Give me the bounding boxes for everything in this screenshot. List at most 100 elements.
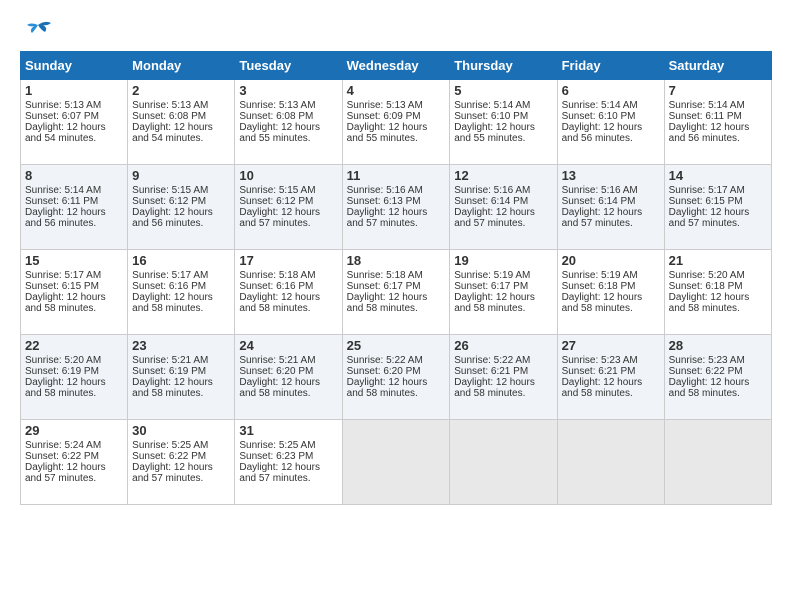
day-number: 8 xyxy=(25,168,123,183)
sunrise-text: Sunrise: 5:14 AM xyxy=(454,100,530,111)
daylight-label: Daylight: 12 hours and 58 minutes. xyxy=(239,377,320,399)
sunrise-text: Sunrise: 5:13 AM xyxy=(347,100,423,111)
day-number: 18 xyxy=(347,253,446,268)
sunset-text: Sunset: 6:19 PM xyxy=(25,366,99,377)
sunset-text: Sunset: 6:12 PM xyxy=(132,196,206,207)
calendar-cell: 7Sunrise: 5:14 AMSunset: 6:11 PMDaylight… xyxy=(664,80,771,165)
day-number: 1 xyxy=(25,83,123,98)
sunset-text: Sunset: 6:10 PM xyxy=(562,111,636,122)
daylight-label: Daylight: 12 hours and 57 minutes. xyxy=(25,462,106,484)
daylight-label: Daylight: 12 hours and 55 minutes. xyxy=(454,122,535,144)
day-number: 10 xyxy=(239,168,337,183)
sunrise-text: Sunrise: 5:18 AM xyxy=(347,270,423,281)
logo xyxy=(20,20,53,41)
calendar-cell: 12Sunrise: 5:16 AMSunset: 6:14 PMDayligh… xyxy=(450,165,557,250)
sunset-text: Sunset: 6:18 PM xyxy=(669,281,743,292)
sunrise-text: Sunrise: 5:20 AM xyxy=(25,355,101,366)
daylight-label: Daylight: 12 hours and 58 minutes. xyxy=(347,377,428,399)
daylight-label: Daylight: 12 hours and 58 minutes. xyxy=(454,377,535,399)
sunrise-text: Sunrise: 5:24 AM xyxy=(25,440,101,451)
sunset-text: Sunset: 6:17 PM xyxy=(454,281,528,292)
daylight-label: Daylight: 12 hours and 58 minutes. xyxy=(454,292,535,314)
daylight-label: Daylight: 12 hours and 58 minutes. xyxy=(132,377,213,399)
day-number: 19 xyxy=(454,253,552,268)
day-number: 21 xyxy=(669,253,767,268)
sunset-text: Sunset: 6:22 PM xyxy=(25,451,99,462)
sunrise-text: Sunrise: 5:18 AM xyxy=(239,270,315,281)
sunset-text: Sunset: 6:12 PM xyxy=(239,196,313,207)
header-friday: Friday xyxy=(557,52,664,80)
header-wednesday: Wednesday xyxy=(342,52,450,80)
sunset-text: Sunset: 6:21 PM xyxy=(562,366,636,377)
calendar-cell: 24Sunrise: 5:21 AMSunset: 6:20 PMDayligh… xyxy=(235,335,342,420)
day-number: 9 xyxy=(132,168,230,183)
sunrise-text: Sunrise: 5:17 AM xyxy=(25,270,101,281)
day-number: 15 xyxy=(25,253,123,268)
calendar-cell: 5Sunrise: 5:14 AMSunset: 6:10 PMDaylight… xyxy=(450,80,557,165)
day-number: 26 xyxy=(454,338,552,353)
calendar-week-row: 22Sunrise: 5:20 AMSunset: 6:19 PMDayligh… xyxy=(21,335,772,420)
sunrise-text: Sunrise: 5:14 AM xyxy=(25,185,101,196)
calendar-week-row: 29Sunrise: 5:24 AMSunset: 6:22 PMDayligh… xyxy=(21,420,772,505)
day-number: 7 xyxy=(669,83,767,98)
sunrise-text: Sunrise: 5:16 AM xyxy=(562,185,638,196)
day-number: 16 xyxy=(132,253,230,268)
header-saturday: Saturday xyxy=(664,52,771,80)
header-sunday: Sunday xyxy=(21,52,128,80)
sunrise-text: Sunrise: 5:23 AM xyxy=(562,355,638,366)
daylight-label: Daylight: 12 hours and 58 minutes. xyxy=(25,377,106,399)
day-number: 30 xyxy=(132,423,230,438)
day-number: 22 xyxy=(25,338,123,353)
sunset-text: Sunset: 6:11 PM xyxy=(669,111,742,122)
day-number: 4 xyxy=(347,83,446,98)
sunrise-text: Sunrise: 5:21 AM xyxy=(132,355,208,366)
calendar-cell: 4 Sunrise: 5:13 AMSunset: 6:09 PMDaylight… xyxy=(342,80,450,165)
calendar-cell: 18Sunrise: 5:18 AMSunset: 6:17 PMDayligh… xyxy=(342,250,450,335)
day-number: 5 xyxy=(454,83,552,98)
sunset-text: Sunset: 6:16 PM xyxy=(132,281,206,292)
sunset-text: Sunset: 6:22 PM xyxy=(669,366,743,377)
daylight-label: Daylight: 12 hours and 58 minutes. xyxy=(239,292,320,314)
daylight-label: Daylight: 12 hours and 58 minutes. xyxy=(669,292,750,314)
header-monday: Monday xyxy=(128,52,235,80)
day-number: 24 xyxy=(239,338,337,353)
calendar-cell: 14Sunrise: 5:17 AMSunset: 6:15 PMDayligh… xyxy=(664,165,771,250)
daylight-label: Daylight: 12 hours and 57 minutes. xyxy=(454,207,535,229)
sunrise-text: Sunrise: 5:15 AM xyxy=(239,185,315,196)
calendar-cell: 16Sunrise: 5:17 AMSunset: 6:16 PMDayligh… xyxy=(128,250,235,335)
sunset-text: Sunset: 6:20 PM xyxy=(347,366,421,377)
day-number: 31 xyxy=(239,423,337,438)
calendar-cell: 15Sunrise: 5:17 AMSunset: 6:15 PMDayligh… xyxy=(21,250,128,335)
header-thursday: Thursday xyxy=(450,52,557,80)
daylight-label: Daylight: 12 hours and 54 minutes. xyxy=(25,122,106,144)
header-tuesday: Tuesday xyxy=(235,52,342,80)
calendar-table: Sunday Monday Tuesday Wednesday Thursday… xyxy=(20,51,772,505)
calendar-cell: 19Sunrise: 5:19 AMSunset: 6:17 PMDayligh… xyxy=(450,250,557,335)
daylight-label: Daylight: 12 hours and 58 minutes. xyxy=(562,377,643,399)
calendar-cell: 23Sunrise: 5:21 AMSunset: 6:19 PMDayligh… xyxy=(128,335,235,420)
calendar-cell: 13Sunrise: 5:16 AMSunset: 6:14 PMDayligh… xyxy=(557,165,664,250)
sunset-text: Sunset: 6:20 PM xyxy=(239,366,313,377)
day-number: 6 xyxy=(562,83,660,98)
daylight-label: Daylight: 12 hours and 58 minutes. xyxy=(562,292,643,314)
day-number: 11 xyxy=(347,168,446,183)
sunset-text: Sunset: 6:21 PM xyxy=(454,366,528,377)
calendar-week-row: 15Sunrise: 5:17 AMSunset: 6:15 PMDayligh… xyxy=(21,250,772,335)
sunrise-text: Sunrise: 5:20 AM xyxy=(669,270,745,281)
calendar-cell: 11Sunrise: 5:16 AMSunset: 6:13 PMDayligh… xyxy=(342,165,450,250)
sunrise-text: Sunrise: 5:25 AM xyxy=(132,440,208,451)
calendar-cell: 25Sunrise: 5:22 AMSunset: 6:20 PMDayligh… xyxy=(342,335,450,420)
daylight-label: Daylight: 12 hours and 58 minutes. xyxy=(347,292,428,314)
calendar-cell: 21 Sunrise: 5:20 AMSunset: 6:18 PMDayligh… xyxy=(664,250,771,335)
sunset-text: Sunset: 6:09 PM xyxy=(347,111,421,122)
sunset-text: Sunset: 6:15 PM xyxy=(669,196,743,207)
sunrise-text: Sunrise: 5:22 AM xyxy=(347,355,423,366)
daylight-label: Daylight: 12 hours and 57 minutes. xyxy=(132,462,213,484)
day-number: 2 xyxy=(132,83,230,98)
sunset-text: Sunset: 6:07 PM xyxy=(25,111,99,122)
calendar-header-row: Sunday Monday Tuesday Wednesday Thursday… xyxy=(21,52,772,80)
daylight-label: Daylight: 12 hours and 55 minutes. xyxy=(347,122,428,144)
sunrise-text: Sunrise: 5:13 AM xyxy=(239,100,315,111)
sunrise-text: Sunrise: 5:16 AM xyxy=(454,185,530,196)
daylight-label: Daylight: 12 hours and 56 minutes. xyxy=(25,207,106,229)
